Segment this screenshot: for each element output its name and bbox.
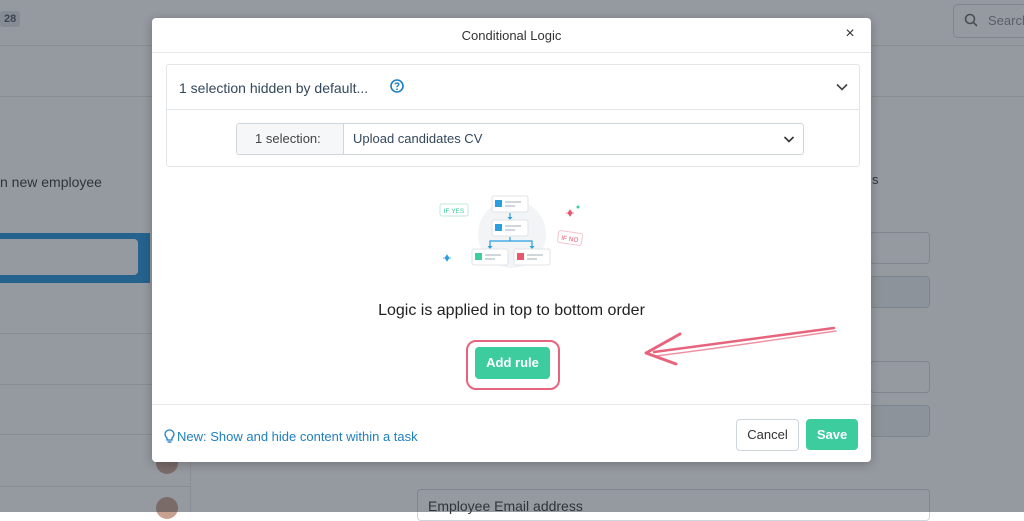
cancel-button[interactable]: Cancel: [736, 419, 799, 451]
panel-header[interactable]: 1 selection hidden by default...: [167, 65, 859, 110]
hidden-selection-panel: 1 selection hidden by default... 1 selec…: [166, 64, 860, 167]
save-button[interactable]: Save: [806, 419, 858, 450]
modal-title: Conditional Logic: [461, 28, 562, 43]
logic-order-text: Logic is applied in top to bottom order: [378, 302, 645, 319]
add-rule-button[interactable]: Add rule: [475, 347, 550, 379]
modal-header: Conditional Logic ×: [152, 18, 871, 53]
close-icon[interactable]: ×: [843, 26, 857, 42]
selection-prefix-label: 1 selection:: [255, 131, 321, 146]
new-feature-text: New: Show and hide content within a task: [177, 429, 418, 444]
modal-footer: New: Show and hide content within a task…: [152, 404, 871, 463]
new-feature-link[interactable]: New: Show and hide content within a task: [164, 429, 418, 444]
selection-value: Upload candidates CV: [353, 131, 483, 146]
pointer-arrow-annotation: [644, 326, 837, 366]
logic-flow-illustration: IF YES IF NO: [439, 195, 583, 268]
conditional-logic-modal: Conditional Logic × 1 selection hidden b…: [152, 18, 871, 462]
lightbulb-icon: [164, 429, 175, 443]
if-yes-label: IF YES: [444, 208, 465, 215]
selection-prefix: 1 selection:: [237, 124, 344, 154]
chevron-down-icon[interactable]: [835, 80, 849, 94]
selection-dropdown[interactable]: 1 selection: Upload candidates CV: [236, 123, 804, 155]
help-icon[interactable]: [390, 79, 404, 93]
chevron-down-icon: [783, 136, 795, 143]
panel-title: 1 selection hidden by default...: [179, 80, 369, 96]
